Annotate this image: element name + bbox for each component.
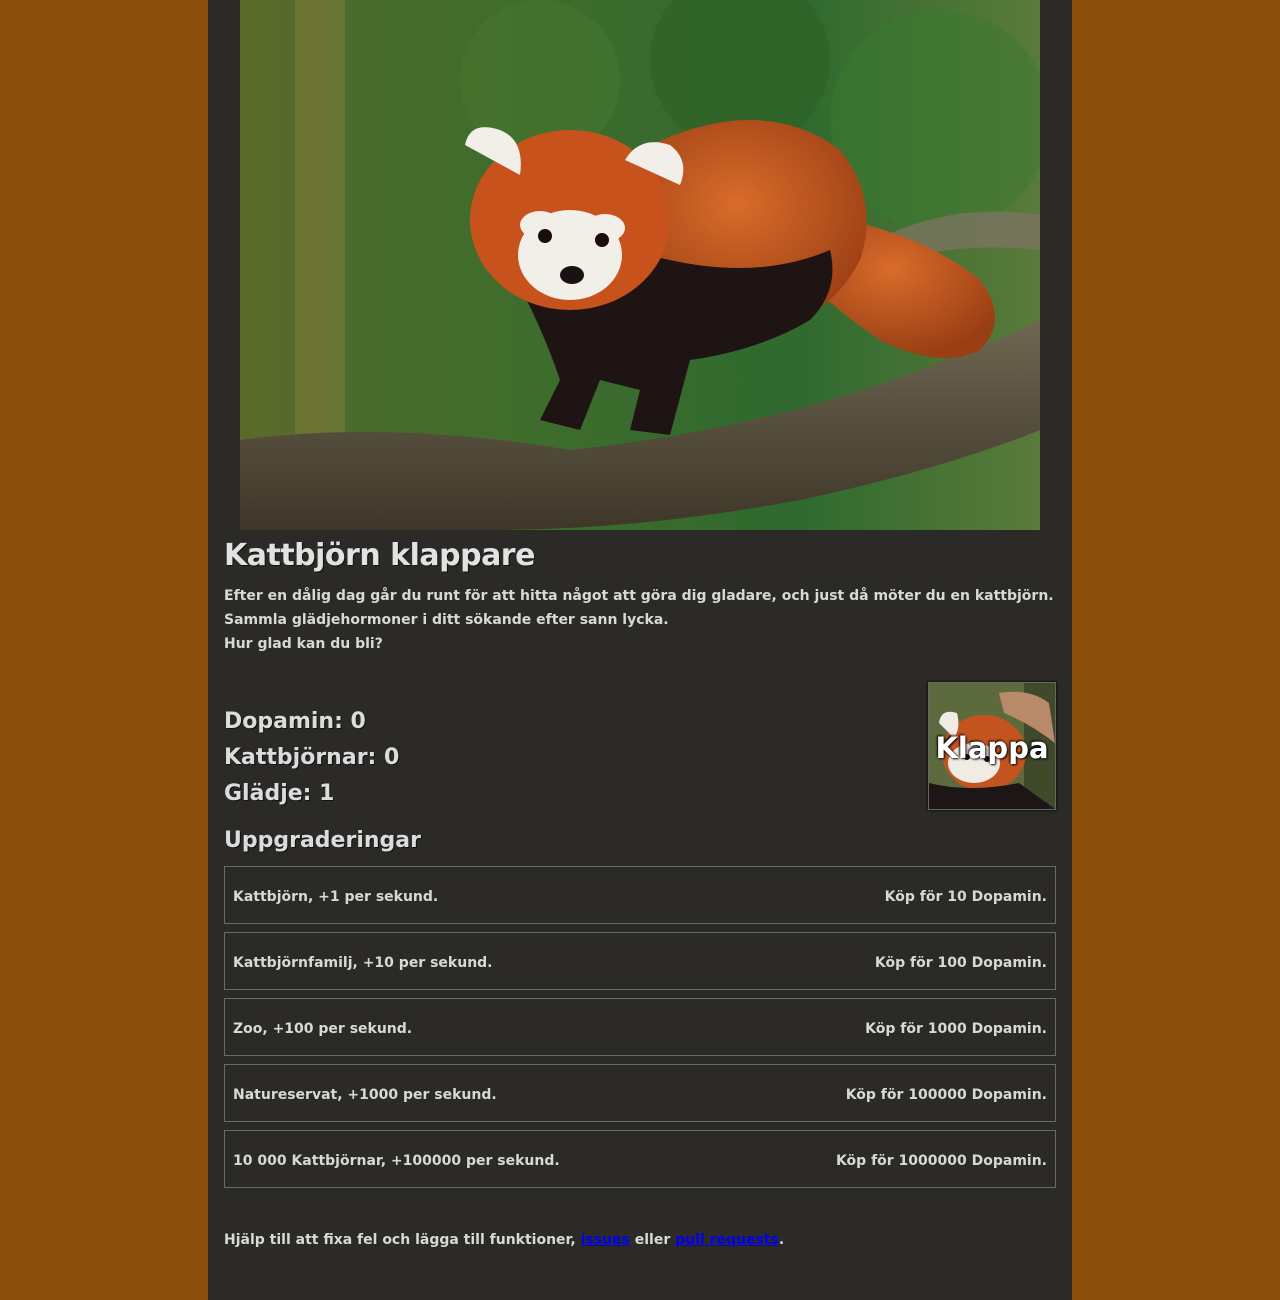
upgrade-price: Köp för 10 Dopamin. xyxy=(884,889,1047,905)
klappa-label: Klappa xyxy=(935,731,1049,765)
upgrade-name: Natureservat, +1000 per sekund. xyxy=(233,1087,497,1103)
page-title: Kattbjörn klappare xyxy=(224,538,535,573)
upgrade-kattbjorn[interactable]: Kattbjörn, +1 per sekund. Köp för 10 Dop… xyxy=(224,866,1056,924)
upgrade-name: Zoo, +100 per sekund. xyxy=(233,1021,413,1037)
upgrade-price: Köp för 100 Dopamin. xyxy=(874,955,1047,971)
intro-line: Hur glad kan du bli? xyxy=(224,636,383,652)
main-panel: Kattbjörn klappare Efter en dålig dag gå… xyxy=(208,0,1072,1300)
upgrades-list: Kattbjörn, +1 per sekund. Köp för 10 Dop… xyxy=(224,866,1056,1196)
footer-text-after: . xyxy=(778,1232,785,1248)
upgrade-natureservat[interactable]: Natureservat, +1000 per sekund. Köp för … xyxy=(224,1064,1056,1122)
upgrade-price: Köp för 1000000 Dopamin. xyxy=(835,1153,1047,1169)
upgrade-kattbjornfamilj[interactable]: Kattbjörnfamilj, +10 per sekund. Köp för… xyxy=(224,932,1056,990)
pull-requests-link[interactable]: pull requests xyxy=(675,1232,779,1248)
intro-line: Sammla glädjehormoner i ditt sökande eft… xyxy=(224,612,669,628)
upgrade-10000-kattbjornar[interactable]: 10 000 Kattbjörnar, +100000 per sekund. … xyxy=(224,1130,1056,1188)
kattbjornar-counter: Kattbjörnar: 0 xyxy=(224,745,400,770)
upgrade-name: Kattbjörn, +1 per sekund. xyxy=(233,889,439,905)
intro-text: Efter en dålig dag går du runt för att h… xyxy=(224,584,1054,656)
upgrade-price: Köp för 1000 Dopamin. xyxy=(865,1021,1047,1037)
footer-text: Hjälp till att fixa fel och lägga till f… xyxy=(224,1232,784,1248)
upgrade-price: Köp för 100000 Dopamin. xyxy=(845,1087,1047,1103)
footer-text-before: Hjälp till att fixa fel och lägga till f… xyxy=(224,1232,581,1248)
dopamin-counter: Dopamin: 0 xyxy=(224,709,366,734)
footer-text-middle: eller xyxy=(629,1232,676,1248)
upgrades-heading: Uppgraderingar xyxy=(224,828,421,853)
red-panda-hero-image xyxy=(240,0,1040,530)
issues-link[interactable]: issues xyxy=(581,1232,630,1248)
upgrade-zoo[interactable]: Zoo, +100 per sekund. Köp för 1000 Dopam… xyxy=(224,998,1056,1056)
stats-panel: Dopamin: 0 Kattbjörnar: 0 Glädje: 1 xyxy=(224,704,399,812)
upgrade-name: Kattbjörnfamilj, +10 per sekund. xyxy=(233,955,493,971)
upgrade-name: 10 000 Kattbjörnar, +100000 per sekund. xyxy=(233,1153,560,1169)
intro-line: Efter en dålig dag går du runt för att h… xyxy=(224,588,1054,604)
klappa-button[interactable]: Klappa xyxy=(928,682,1056,810)
gladje-counter: Glädje: 1 xyxy=(224,781,335,806)
